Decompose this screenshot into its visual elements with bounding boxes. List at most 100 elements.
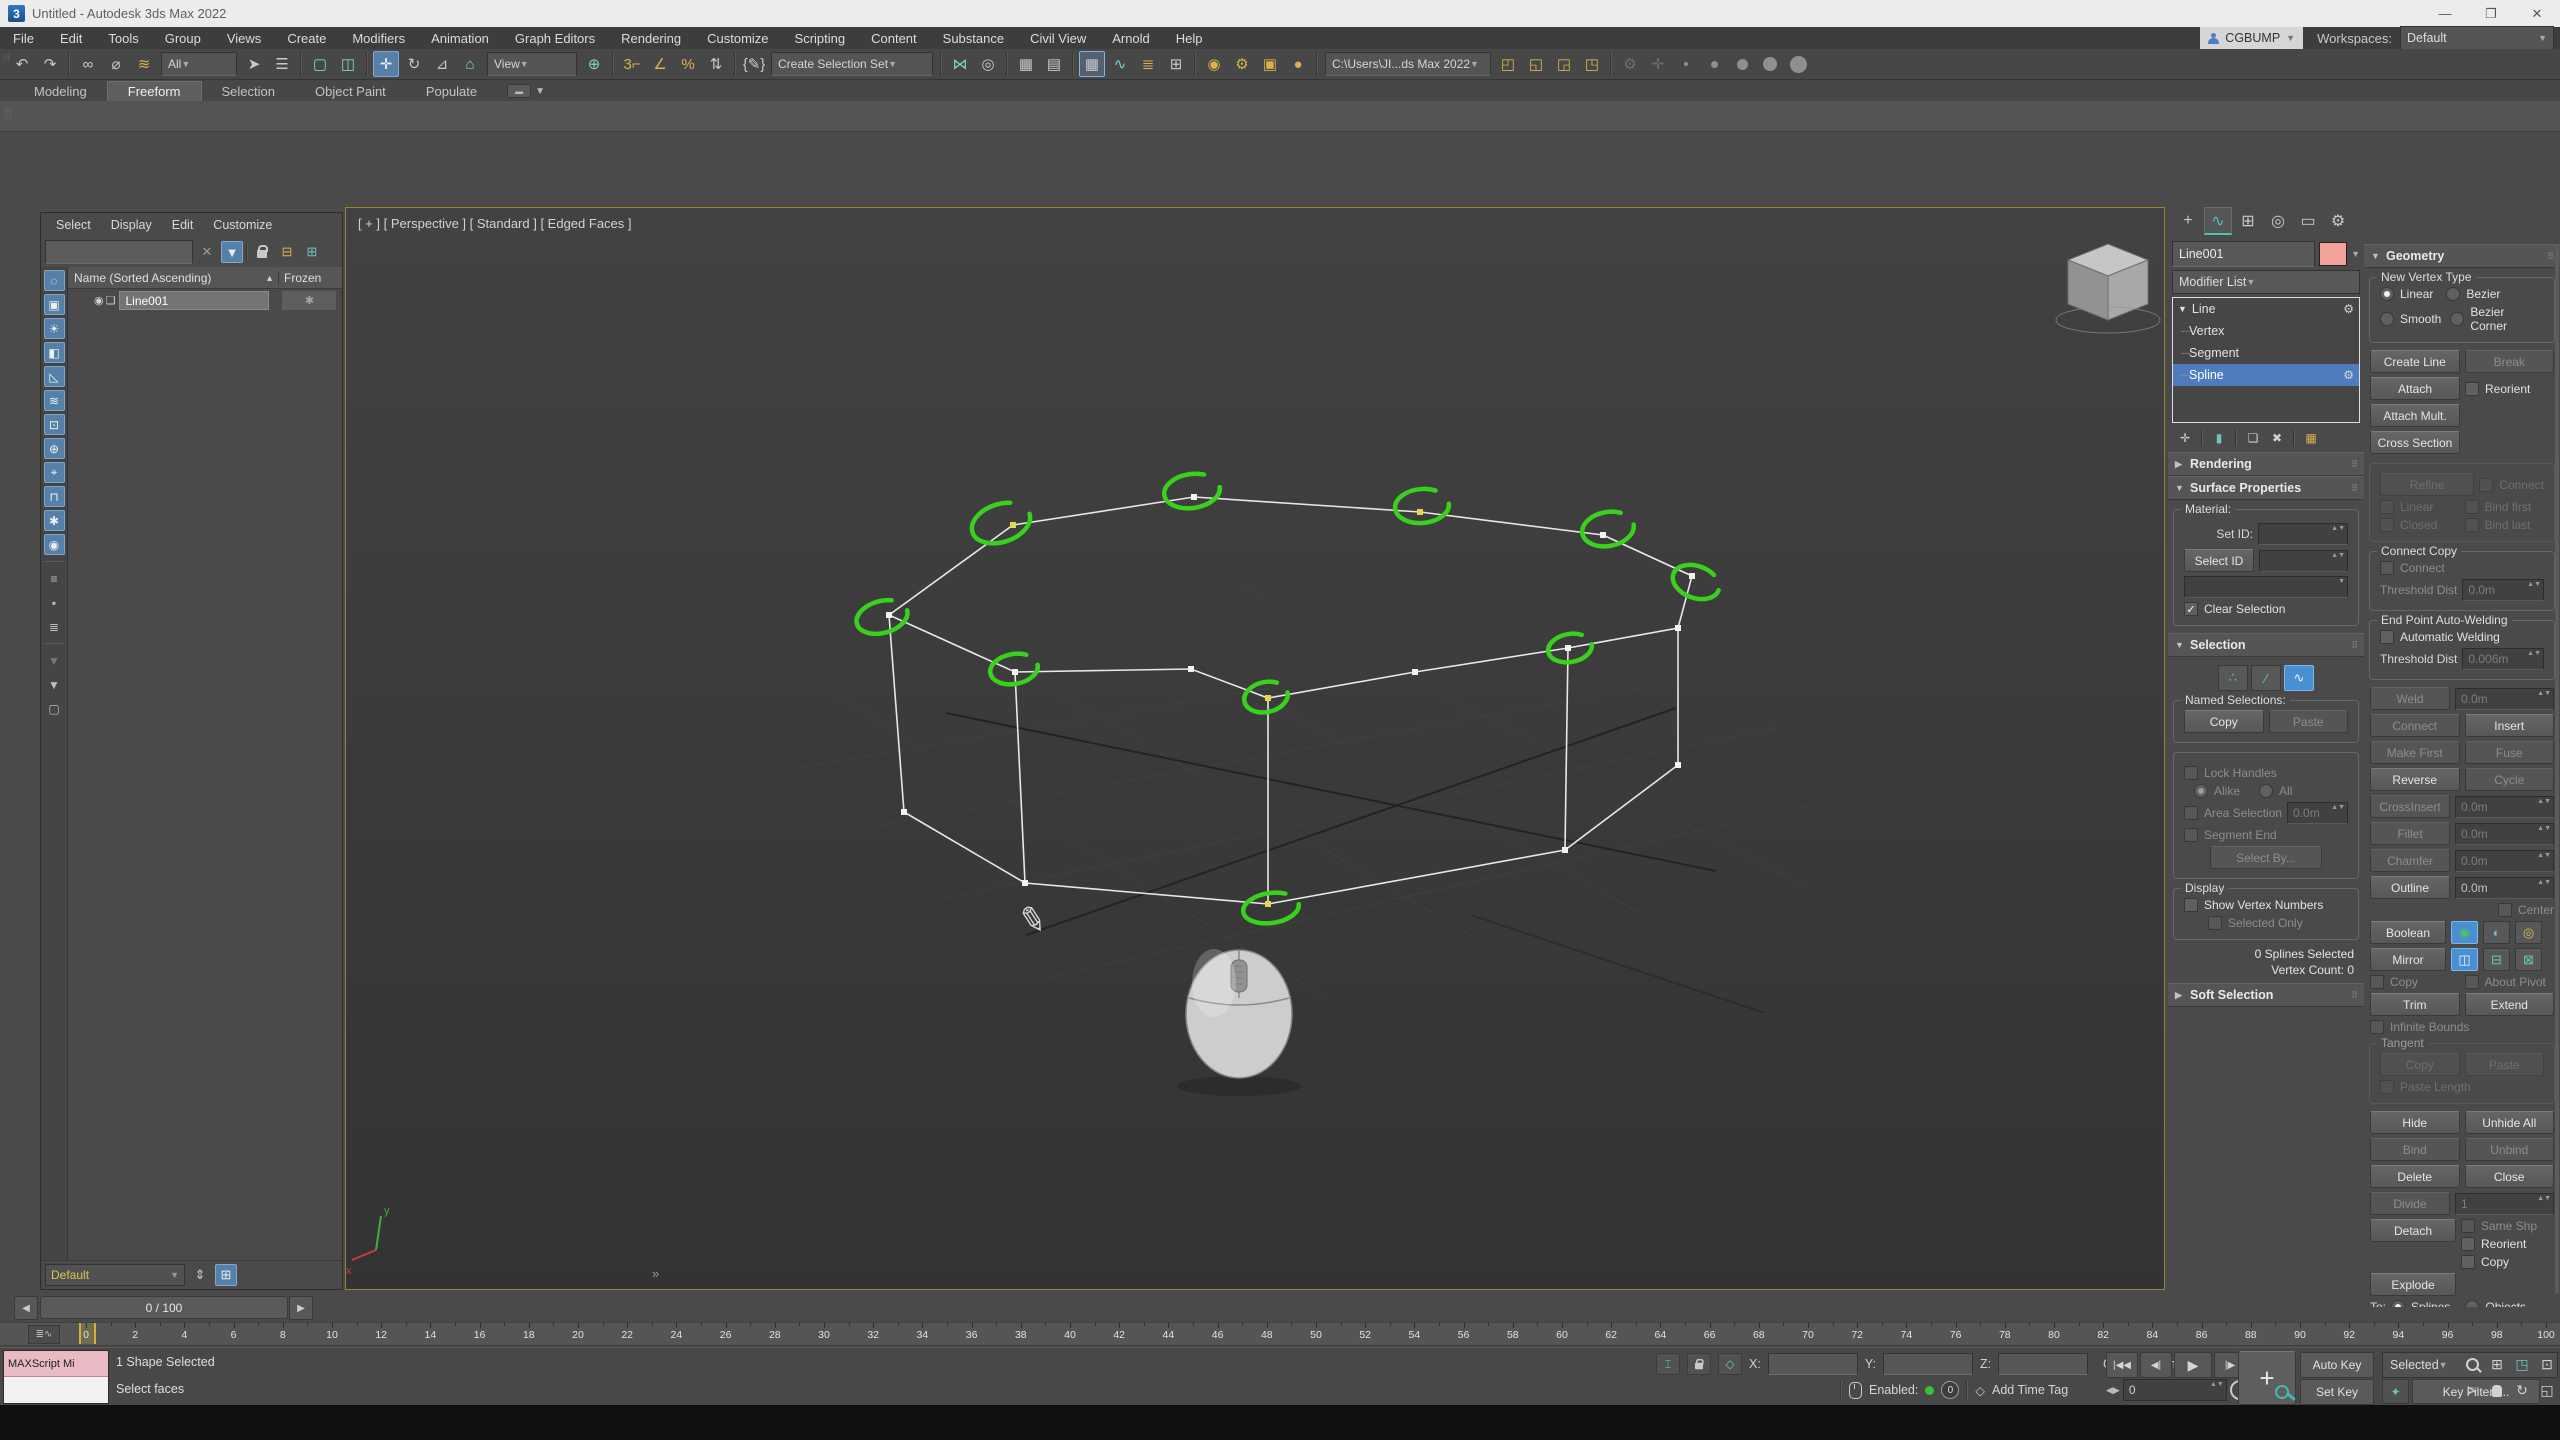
brush-preset-icon-3[interactable] — [1729, 51, 1755, 77]
ribbon-tab-object-paint[interactable]: Object Paint — [295, 82, 406, 101]
threshold-dist-spinner[interactable]: 0.0m▲▼ — [2462, 579, 2544, 601]
filter-icon[interactable]: ▼ — [44, 674, 65, 695]
mirror-horizontal-icon[interactable]: ◫ — [2451, 948, 2478, 971]
viewport-canvas[interactable]: ✎ x y — [346, 208, 2164, 1289]
connect-button[interactable]: Connect — [2370, 714, 2460, 737]
material-editor-icon[interactable]: ◉ — [1201, 51, 1227, 77]
configure-modifier-sets-icon[interactable]: ▦ — [2300, 428, 2322, 448]
frozen-column-header[interactable]: Frozen — [278, 271, 342, 285]
edit-named-selection-sets-icon[interactable]: {✎} — [741, 51, 767, 77]
connect-copy-checkbox[interactable]: Connect — [2380, 561, 2445, 575]
make-first-button[interactable]: Make First — [2370, 741, 2460, 764]
vertex-subobject-button[interactable]: ∴ — [2218, 665, 2248, 691]
select-and-scale-icon[interactable]: ⊿ — [429, 51, 455, 77]
curve-editor-icon[interactable]: ∿ — [1107, 51, 1133, 77]
scene-explorer-menu-display[interactable]: Display — [102, 218, 161, 232]
view-cube[interactable] — [2056, 244, 2160, 333]
chevron-down-icon[interactable]: ▼ — [2351, 249, 2360, 259]
motion-tab[interactable]: ◎ — [2264, 207, 2292, 235]
all-radio[interactable]: All — [2259, 784, 2292, 798]
show-end-result-icon[interactable]: ▮ — [2208, 428, 2230, 448]
bind-first-checkbox[interactable]: Bind first — [2465, 500, 2545, 514]
selection-lock-icon[interactable] — [1687, 1353, 1711, 1375]
workspace-dropdown[interactable]: Default ▼ — [2400, 26, 2554, 50]
mirror-both-icon[interactable]: ⊠ — [2515, 948, 2542, 971]
stack-item-spline[interactable]: Spline⚙ — [2173, 364, 2359, 386]
bind-button[interactable]: Bind — [2370, 1138, 2460, 1161]
segment-subobject-button[interactable]: ∕ — [2251, 665, 2281, 691]
table-row[interactable]: ◉ ❏ Line001 ✱ — [68, 289, 342, 312]
paste-length-checkbox[interactable]: Paste Length — [2380, 1080, 2471, 1094]
display-bones-icon[interactable]: ⌖ — [44, 462, 65, 483]
use-pivot-point-center-icon[interactable]: ⊕ — [581, 51, 607, 77]
modify-tab[interactable]: ∿ — [2204, 207, 2232, 235]
spinner-snap-toggle-icon[interactable]: ⇅ — [703, 51, 729, 77]
display-containers-icon[interactable]: ⊓ — [44, 486, 65, 507]
select-and-place-icon[interactable]: ⌂ — [457, 51, 483, 77]
detach-reorient-checkbox[interactable]: Reorient — [2461, 1237, 2537, 1251]
restore-button[interactable]: ❐ — [2468, 0, 2514, 27]
disabled-tool-icon-2[interactable]: ✛ — [1645, 51, 1671, 77]
menu-edit[interactable]: Edit — [47, 27, 95, 49]
menu-graph-editors[interactable]: Graph Editors — [502, 27, 608, 49]
display-hidden-icon[interactable]: ◉ — [44, 534, 65, 555]
cross-section-button[interactable]: Cross Section — [2370, 431, 2460, 454]
unhide-all-button[interactable]: Unhide All — [2465, 1111, 2555, 1134]
display-space-warps-icon[interactable]: ≋ — [44, 390, 65, 411]
isolate-selection-icon[interactable]: ⌶ — [1656, 1353, 1680, 1375]
previous-frame-button[interactable]: ◀| — [2140, 1352, 2172, 1378]
redo-icon[interactable]: ↷ — [37, 51, 63, 77]
about-pivot-checkbox[interactable]: About Pivot — [2465, 975, 2555, 989]
name-column-header[interactable]: Name (Sorted Ascending) — [74, 271, 211, 285]
automatic-welding-checkbox[interactable]: Automatic Welding — [2380, 630, 2500, 644]
chamfer-button[interactable]: Chamfer — [2370, 849, 2450, 872]
connect-checkbox[interactable]: Connect — [2479, 478, 2544, 492]
undo-icon[interactable]: ↶ — [9, 51, 35, 77]
rendered-frame-window-icon[interactable]: ▣ — [1257, 51, 1283, 77]
trim-button[interactable]: Trim — [2370, 993, 2460, 1016]
menu-views[interactable]: Views — [214, 27, 274, 49]
dope-sheet-icon[interactable]: ≣ — [1135, 51, 1161, 77]
minimize-button[interactable]: — — [2422, 0, 2468, 27]
boolean-intersect-icon[interactable]: ◎ — [2515, 921, 2542, 944]
attach-button[interactable]: Attach — [2370, 377, 2460, 400]
weld-button[interactable]: Weld — [2370, 687, 2450, 710]
center-checkbox[interactable]: Center — [2498, 903, 2554, 917]
closed-checkbox[interactable]: Closed — [2380, 518, 2460, 532]
object-color-swatch[interactable] — [2319, 242, 2347, 266]
display-xrefs-icon[interactable]: ⊕ — [44, 438, 65, 459]
panel-scrollbar[interactable] — [2555, 244, 2559, 1294]
toggle-ribbon-icon[interactable]: ▦ — [1079, 51, 1105, 77]
reverse-button[interactable]: Reverse — [2370, 768, 2460, 791]
file-operation-icon-1[interactable]: ◰ — [1495, 51, 1521, 77]
rollout-selection[interactable]: ▼Selection⠿ — [2168, 633, 2364, 657]
z-coordinate-field[interactable] — [1998, 1353, 2088, 1375]
menu-tools[interactable]: Tools — [95, 27, 151, 49]
menu-rendering[interactable]: Rendering — [608, 27, 694, 49]
field-of-view-icon[interactable]: ≻ — [2460, 1378, 2484, 1403]
select-id-button[interactable]: Select ID — [2184, 549, 2254, 572]
menu-arnold[interactable]: Arnold — [1099, 27, 1163, 49]
display-helpers-icon[interactable]: ◺ — [44, 366, 65, 387]
extend-button[interactable]: Extend — [2465, 993, 2555, 1016]
cross-insert-button[interactable]: CrossInsert — [2370, 795, 2450, 818]
cross-insert-spinner[interactable]: 0.0m▲▼ — [2455, 796, 2554, 818]
bezier-radio[interactable]: Bezier — [2446, 287, 2500, 301]
display-influences-icon[interactable]: ⇕ — [189, 1264, 211, 1286]
filter-combinations-icon[interactable]: ▼ — [44, 650, 65, 671]
display-none-icon[interactable]: ◌ — [44, 270, 65, 291]
hierarchy-tab[interactable]: ⊞ — [2234, 207, 2262, 235]
frozen-toggle[interactable]: ✱ — [281, 290, 337, 311]
sort-by-type-icon[interactable]: ▪ — [44, 592, 65, 613]
frame-stepper-icon[interactable]: ◀▶ — [2106, 1385, 2120, 1396]
bezier-corner-radio[interactable]: Bezier Corner — [2450, 305, 2544, 333]
mirror-vertical-icon[interactable]: ⊟ — [2483, 948, 2510, 971]
hide-button[interactable]: Hide — [2370, 1111, 2460, 1134]
cycle-button[interactable]: Cycle — [2465, 768, 2555, 791]
alike-radio[interactable]: Alike — [2194, 784, 2240, 798]
bind-last-checkbox[interactable]: Bind last — [2465, 518, 2545, 532]
reference-coordinate-system-dropdown[interactable]: View▼ — [487, 52, 577, 76]
menu-animation[interactable]: Animation — [418, 27, 502, 49]
select-by-name-icon[interactable]: ☰ — [269, 51, 295, 77]
zoom-all-icon[interactable]: ⊞ — [2485, 1352, 2509, 1377]
